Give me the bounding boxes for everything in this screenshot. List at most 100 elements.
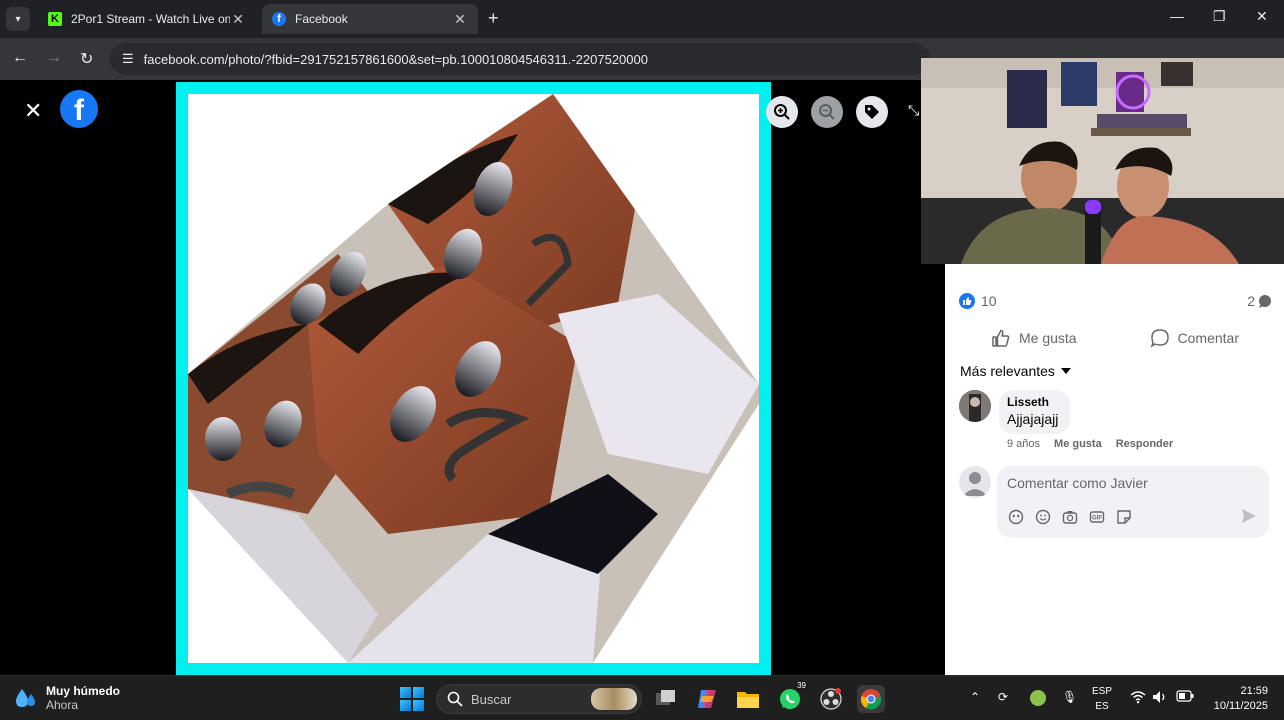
- weather-sub: Ahora: [46, 698, 79, 712]
- lang-line1: ESP: [1092, 686, 1113, 697]
- avatar[interactable]: [959, 466, 991, 498]
- url-text: facebook.com/photo/?fbid=291752157861600…: [143, 51, 648, 67]
- thumbs-up-icon: [992, 329, 1010, 347]
- tray-app-icon[interactable]: [1030, 690, 1046, 706]
- copilot-icon[interactable]: [693, 685, 721, 713]
- close-viewer-button[interactable]: ✕: [24, 98, 42, 124]
- tab-title: Facebook: [295, 12, 348, 26]
- humidity-icon: [16, 689, 35, 707]
- comment-like-button[interactable]: Me gusta: [1054, 438, 1102, 450]
- camera-icon[interactable]: [1061, 508, 1078, 525]
- comment-reply-button[interactable]: Responder: [1116, 438, 1173, 450]
- comment-input[interactable]: Comentar como Javier GIF: [997, 466, 1269, 538]
- tab-close-icon[interactable]: ✕: [452, 11, 468, 28]
- zoom-out-icon: [819, 104, 835, 120]
- language-indicator[interactable]: ESP ES: [1092, 684, 1112, 714]
- system-clock[interactable]: 21:59 10/11/2025: [1214, 684, 1268, 714]
- kick-icon: K: [48, 12, 62, 26]
- comment-placeholder: Comentar como Javier: [1007, 475, 1148, 491]
- like-label: Me gusta: [1019, 330, 1077, 346]
- facebook-logo-icon[interactable]: f: [60, 90, 98, 128]
- forward-button[interactable]: →: [46, 49, 62, 67]
- comment-bubble: Lisseth Ajjajajajj: [999, 390, 1071, 434]
- composer-toolbar: GIF: [1007, 508, 1132, 525]
- tray-overflow-chevron-icon[interactable]: ⌃: [970, 690, 980, 704]
- minimize-button[interactable]: —: [1170, 8, 1184, 24]
- address-bar[interactable]: ☰ facebook.com/photo/?fbid=2917521578616…: [110, 43, 930, 75]
- tab-search-button[interactable]: ▾: [6, 7, 30, 31]
- tag-photo-button[interactable]: [856, 96, 888, 128]
- comments-summary[interactable]: 2: [1247, 293, 1272, 309]
- comment-sort-dropdown[interactable]: Más relevantes: [960, 363, 1071, 379]
- zoom-out-button[interactable]: [811, 96, 843, 128]
- sort-label: Más relevantes: [960, 363, 1055, 379]
- sync-icon[interactable]: ⟳: [998, 690, 1008, 704]
- svg-text:GIF: GIF: [1092, 515, 1102, 521]
- whatsapp-icon[interactable]: 39: [776, 681, 808, 713]
- gif-icon[interactable]: GIF: [1088, 508, 1105, 525]
- clock-time: 21:59: [1240, 685, 1268, 697]
- reactions-summary[interactable]: 10: [959, 293, 997, 309]
- tab-facebook[interactable]: f Facebook ✕: [262, 4, 478, 34]
- like-button[interactable]: Me gusta: [959, 324, 1109, 352]
- emoji-icon[interactable]: [1034, 508, 1051, 525]
- send-comment-button[interactable]: [1241, 508, 1257, 529]
- webcam-overlay: [921, 58, 1284, 264]
- tab-title: 2Por1 Stream - Watch Live on K: [71, 12, 230, 26]
- tag-icon: [865, 105, 879, 119]
- rotated-selfie-image: [188, 94, 759, 663]
- photo-content: [188, 94, 759, 663]
- obs-icon[interactable]: [817, 685, 845, 713]
- avatar-sticker-icon[interactable]: [1007, 508, 1024, 525]
- post-details-panel: 10 2 Me gusta Comentar Más relevantes Li…: [945, 264, 1284, 675]
- new-tab-button[interactable]: +: [488, 8, 499, 29]
- clock-date: 10/11/2025: [1213, 700, 1268, 712]
- site-info-icon[interactable]: ☰: [122, 51, 134, 67]
- weather-title: Muy húmedo: [46, 684, 120, 698]
- back-button[interactable]: ←: [12, 49, 28, 67]
- search-icon: [447, 691, 463, 707]
- search-highlight-image: [591, 688, 637, 710]
- send-icon: [1242, 509, 1256, 523]
- screen: ▾ K 2Por1 Stream - Watch Live on K ✕ f F…: [0, 0, 1284, 720]
- avatar[interactable]: [959, 390, 991, 422]
- zoom-in-icon: [774, 104, 790, 120]
- whatsapp-badge: 39: [795, 681, 808, 690]
- chevron-down-icon: [1060, 368, 1071, 374]
- windows-taskbar: Muy húmedo Ahora Buscar 39 ⌃ ⟳ 🎙︎ ESP ES: [0, 675, 1284, 720]
- taskbar-search[interactable]: Buscar: [436, 684, 642, 714]
- search-placeholder: Buscar: [471, 691, 512, 707]
- comment-text: Ajjajajajj: [1007, 411, 1059, 427]
- comment-label: Comentar: [1177, 330, 1239, 346]
- weather-widget[interactable]: Muy húmedo Ahora: [14, 684, 120, 712]
- reload-button[interactable]: ↻: [80, 49, 93, 69]
- comments-count: 2: [1247, 293, 1255, 309]
- comment-icon: [1150, 329, 1169, 348]
- likes-count: 10: [981, 293, 997, 309]
- window-close-button[interactable]: ✕: [1256, 8, 1268, 25]
- chrome-icon[interactable]: [857, 685, 885, 713]
- lang-line2: ES: [1095, 701, 1109, 712]
- streamers-webcam-image: [921, 58, 1284, 264]
- like-reaction-icon: [959, 293, 975, 309]
- zoom-in-button[interactable]: [766, 96, 798, 128]
- comment-author[interactable]: Lisseth: [1007, 395, 1058, 409]
- sticker-icon[interactable]: [1115, 508, 1132, 525]
- facebook-icon: f: [272, 12, 286, 26]
- microphone-icon[interactable]: 🎙︎: [1062, 690, 1077, 704]
- tab-close-icon[interactable]: ✕: [230, 11, 246, 28]
- comment-meta: 9 años Me gusta Responder: [1007, 438, 1173, 450]
- file-explorer-icon[interactable]: [734, 685, 762, 713]
- start-button[interactable]: [400, 687, 424, 711]
- wifi-icon[interactable]: [1130, 690, 1146, 707]
- task-view-icon[interactable]: [652, 685, 680, 713]
- tab-kick-stream[interactable]: K 2Por1 Stream - Watch Live on K ✕: [38, 4, 256, 34]
- comment-button[interactable]: Comentar: [1118, 324, 1271, 352]
- post-actions: Me gusta Comentar: [959, 324, 1271, 352]
- post-photo: [176, 82, 771, 675]
- maximize-button[interactable]: ❐: [1213, 8, 1226, 25]
- comment-time[interactable]: 9 años: [1007, 438, 1040, 450]
- battery-icon[interactable]: [1176, 690, 1194, 705]
- fullscreen-icon[interactable]: ⤡: [908, 102, 919, 119]
- volume-icon[interactable]: [1152, 690, 1168, 707]
